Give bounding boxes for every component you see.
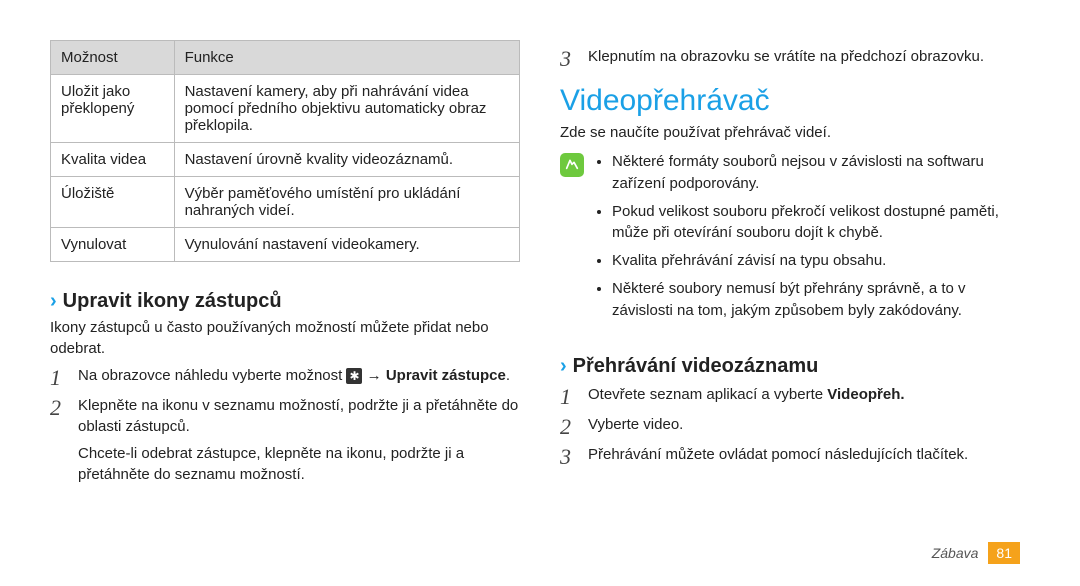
note-block: Některé formáty souborů nejsou v závislo… [560,151,1030,327]
step-3-top: 3 Klepnutím na obrazovku se vrátíte na p… [560,46,1030,70]
step-2-sub: Chcete-li odebrat zástupce, klepněte na … [78,443,520,485]
step-number: 1 [560,384,578,408]
step-number: 2 [560,414,578,438]
section-edit-shortcuts: ›Upravit ikony zástupců [50,290,520,313]
note-item: Pokud velikost souboru překročí velikost… [612,201,1030,245]
step-number: 1 [50,365,68,389]
step-number: 2 [50,395,68,419]
video-intro: Zde se naučíte používat přehrávač videí. [560,122,1030,143]
step-1: 1 Na obrazovce náhledu vyberte možnost ✱… [50,365,520,389]
gear-icon: ✱ [346,368,362,384]
step-2: 2 Klepněte na ikonu v seznamu možností, … [50,395,520,437]
table-header-function: Funkce [174,41,519,75]
step-number: 3 [560,46,578,70]
note-item: Kvalita přehrávání závisí na typu obsahu… [612,250,1030,272]
table-row: Úložiště Výběr paměťového umístění pro u… [51,177,520,228]
table-row: Kvalita videa Nastavení úrovně kvality v… [51,143,520,177]
note-item: Některé formáty souborů nejsou v závislo… [612,151,1030,195]
video-player-heading: Videopřehrávač [560,84,1030,118]
table-row: Vynulovat Vynulování nastavení videokame… [51,228,520,262]
intro-text: Ikony zástupců u často používaných možno… [50,317,520,359]
section-playback: ›Přehrávání videozáznamu [560,355,1030,378]
table-row: Uložit jako překlopený Nastavení kamery,… [51,75,520,143]
chevron-icon: › [560,355,567,377]
options-table: Možnost Funkce Uložit jako překlopený Na… [50,40,520,262]
table-header-option: Možnost [51,41,175,75]
note-icon [560,153,584,177]
chevron-icon: › [50,290,57,312]
playback-step-2: 2 Vyberte video. [560,414,1030,438]
step-number: 3 [560,444,578,468]
footer-section-label: Zábava [932,545,979,561]
page-footer: Zábava 81 [932,542,1020,564]
playback-step-3: 3 Přehrávání můžete ovládat pomocí násle… [560,444,1030,468]
playback-step-1: 1 Otevřete seznam aplikací a vyberte Vid… [560,384,1030,408]
page-number: 81 [988,542,1020,564]
note-item: Některé soubory nemusí být přehrány sprá… [612,278,1030,322]
